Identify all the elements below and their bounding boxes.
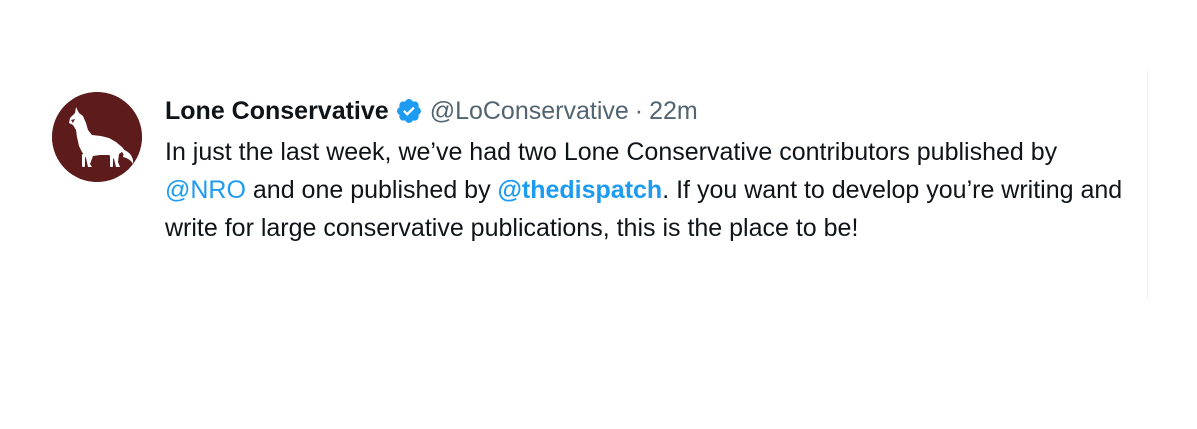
author-handle[interactable]: @LoConservative: [430, 97, 629, 126]
howling-coyote-icon: [52, 92, 142, 182]
separator-dot: ·: [634, 96, 644, 125]
mention-nro-link[interactable]: @NRO: [165, 176, 246, 204]
tweet-text-segment: In just the last week, we’ve had two Lon…: [165, 138, 1058, 166]
tweet-body: Lone Conservative @LoConservative · 22m …: [165, 96, 1130, 247]
mention-thedispatch-link[interactable]: @thedispatch: [498, 176, 663, 204]
avatar[interactable]: [52, 92, 142, 182]
tweet-header: Lone Conservative @LoConservative · 22m: [165, 96, 1130, 126]
verified-badge-icon[interactable]: [395, 97, 423, 125]
tweet-timestamp[interactable]: 22m: [649, 97, 698, 126]
tweet-text-segment: and one published by: [245, 176, 498, 204]
tweet-text: In just the last week, we’ve had two Lon…: [165, 133, 1130, 247]
timeline-divider: [1147, 70, 1148, 300]
author-display-name[interactable]: Lone Conservative: [165, 97, 389, 126]
